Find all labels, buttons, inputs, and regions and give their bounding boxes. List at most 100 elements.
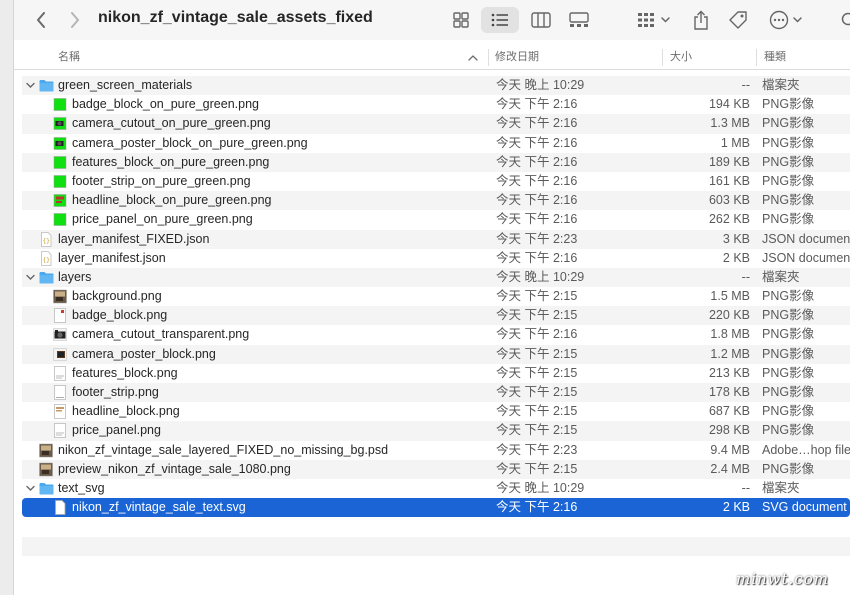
image-thumbnail-icon <box>53 423 67 439</box>
file-row[interactable]: camera_poster_block_on_pure_green.png 今天 … <box>22 134 850 153</box>
file-name: badge_block.png <box>72 308 168 323</box>
modified-date: 今天 下午 2:16 <box>496 327 578 342</box>
tag-icon[interactable] <box>726 7 750 33</box>
file-row[interactable]: {} layer_manifest.json 今天 下午 2:16 2 KB JSON … <box>22 249 850 268</box>
modified-date: 今天 下午 2:16 <box>496 135 578 150</box>
chevron-left-icon[interactable] <box>30 7 52 33</box>
folder-icon <box>39 79 54 92</box>
modified-date: 今天 下午 2:15 <box>496 365 578 380</box>
modified-date: 今天 下午 2:15 <box>496 423 578 438</box>
icon-view-icon[interactable] <box>450 7 472 33</box>
disclosure-chevron-icon[interactable] <box>25 483 36 494</box>
file-row[interactable]: {} layer_manifest_FIXED.json 今天 下午 2:23 3 K… <box>22 229 850 249</box>
file-kind: 檔案夾 <box>762 269 800 284</box>
search-icon[interactable] <box>838 7 850 33</box>
folder-row[interactable]: text_svg 今天 晚上 10:29 -- 檔案夾 <box>22 479 850 498</box>
image-thumbnail-icon <box>39 443 53 458</box>
modified-date: 今天 晚上 10:29 <box>496 269 585 284</box>
file-kind: SVG document <box>762 500 847 515</box>
modified-date: 今天 下午 2:16 <box>496 116 578 131</box>
file-row[interactable]: badge_block.png 今天 下午 2:15 220 KB PNG影像 <box>22 306 850 326</box>
image-thumbnail-icon <box>53 155 67 170</box>
column-header-size[interactable]: 大小 <box>670 45 692 70</box>
svg-text:{}: {} <box>43 257 50 264</box>
file-row[interactable]: background.png 今天 下午 2:15 1.5 MB PNG影像 <box>22 287 850 306</box>
file-name: badge_block_on_pure_green.png <box>72 97 259 112</box>
image-thumbnail-icon <box>53 174 67 189</box>
file-size: 194 KB <box>708 97 750 112</box>
file-kind: PNG影像 <box>762 212 815 227</box>
toolbar: nikon_zf_vintage_sale_assets_fixed <box>14 0 850 40</box>
file-size: -- <box>741 269 750 284</box>
file-size: 1.2 MB <box>710 346 750 361</box>
chevron-right-icon[interactable] <box>64 7 86 33</box>
file-row[interactable]: features_block.png 今天 下午 2:15 213 KB PNG影像 <box>22 364 850 383</box>
image-thumbnail-icon <box>53 193 67 208</box>
column-view-icon[interactable] <box>528 7 554 33</box>
group-by-icon[interactable] <box>636 7 672 33</box>
file-row[interactable]: nikon_zf_vintage_sale_layered_FIXED_no_m… <box>22 441 850 460</box>
file-row[interactable]: footer_strip.png 今天 下午 2:15 178 KB PNG影像 <box>22 383 850 403</box>
file-name: nikon_zf_vintage_sale_layered_FIXED_no_m… <box>58 442 389 457</box>
modified-date: 今天 下午 2:16 <box>496 250 578 265</box>
file-row[interactable]: camera_cutout_on_pure_green.png 今天 下午 2:1… <box>22 114 850 134</box>
file-row[interactable]: headline_block.png 今天 下午 2:15 687 KB PNG影像 <box>22 402 850 421</box>
file-size: 2.4 MB <box>710 461 750 476</box>
file-row[interactable]: camera_cutout_transparent.png 今天 下午 2:16 1… <box>22 325 850 344</box>
file-size: 687 KB <box>708 404 750 419</box>
file-row[interactable]: nikon_zf_vintage_sale_text.svg 今天 下午 2:16… <box>22 498 850 518</box>
column-header: 名稱 修改日期 大小 種類 <box>14 45 850 70</box>
file-kind: PNG影像 <box>762 327 815 342</box>
file-name: camera_poster_block.png <box>72 346 216 361</box>
folder-row[interactable]: layers 今天 晚上 10:29 -- 檔案夾 <box>22 267 850 288</box>
file-kind: PNG影像 <box>762 365 815 380</box>
file-row[interactable]: camera_poster_block.png 今天 下午 2:15 1.2 MB P… <box>22 344 850 364</box>
more-actions-icon[interactable] <box>768 7 808 33</box>
file-name: layers <box>58 269 92 284</box>
file-row[interactable]: headline_block_on_pure_green.png 今天 下午 2:… <box>22 191 850 211</box>
file-name: footer_strip.png <box>72 385 159 399</box>
file-kind: PNG影像 <box>762 423 815 438</box>
file-size: 1 MB <box>720 135 750 150</box>
sort-chevron-icon[interactable] <box>468 45 478 70</box>
file-row[interactable]: badge_block_on_pure_green.png 今天 下午 2:16 1… <box>22 95 850 114</box>
file-row[interactable]: footer_strip_on_pure_green.png 今天 下午 2:16… <box>22 172 850 191</box>
column-divider <box>488 49 489 66</box>
modified-date: 今天 下午 2:23 <box>496 442 578 457</box>
disclosure-chevron-icon[interactable] <box>25 272 36 283</box>
file-size: 189 KB <box>708 154 750 169</box>
file-kind: PNG影像 <box>762 193 815 208</box>
modified-date: 今天 下午 2:16 <box>496 193 578 208</box>
disclosure-chevron-icon[interactable] <box>25 80 36 91</box>
file-kind: 檔案夾 <box>762 480 800 495</box>
file-name: features_block_on_pure_green.png <box>72 154 270 169</box>
file-row[interactable]: price_panel_on_pure_green.png 今天 下午 2:16 2… <box>22 210 850 229</box>
column-header-name[interactable]: 名稱 <box>58 45 80 70</box>
svg-text:{}: {} <box>43 238 50 245</box>
modified-date: 今天 下午 2:16 <box>496 173 578 188</box>
column-divider <box>662 49 663 66</box>
image-thumbnail-icon <box>53 385 67 400</box>
image-thumbnail-icon <box>53 308 67 324</box>
file-row[interactable]: price_panel.png 今天 下午 2:15 298 KB PNG影像 <box>22 421 850 441</box>
file-name: footer_strip_on_pure_green.png <box>72 173 251 188</box>
window-title: nikon_zf_vintage_sale_assets_fixed <box>98 9 373 26</box>
list-view-icon[interactable] <box>481 7 519 33</box>
file-name: background.png <box>72 289 162 304</box>
file-list: green_screen_materials 今天 晚上 10:29 -- 檔案夾 ba… <box>22 76 850 575</box>
file-kind: JSON document <box>762 250 850 265</box>
gallery-view-icon[interactable] <box>566 7 592 33</box>
file-row[interactable]: preview_nikon_zf_vintage_sale_1080.png 今天… <box>22 459 850 479</box>
file-name: headline_block.png <box>72 404 180 419</box>
image-thumbnail-icon <box>53 365 67 381</box>
file-size: 603 KB <box>708 193 750 208</box>
file-size: 178 KB <box>708 385 750 399</box>
column-header-date[interactable]: 修改日期 <box>495 45 539 70</box>
modified-date: 今天 下午 2:15 <box>496 308 578 323</box>
column-header-kind[interactable]: 種類 <box>764 45 786 70</box>
folder-row[interactable]: green_screen_materials 今天 晚上 10:29 -- 檔案夾 <box>22 76 850 96</box>
share-icon[interactable] <box>690 7 712 33</box>
file-size: 1.5 MB <box>710 289 750 304</box>
file-row[interactable]: features_block_on_pure_green.png 今天 下午 2:… <box>22 152 850 172</box>
file-size: 262 KB <box>708 212 750 227</box>
